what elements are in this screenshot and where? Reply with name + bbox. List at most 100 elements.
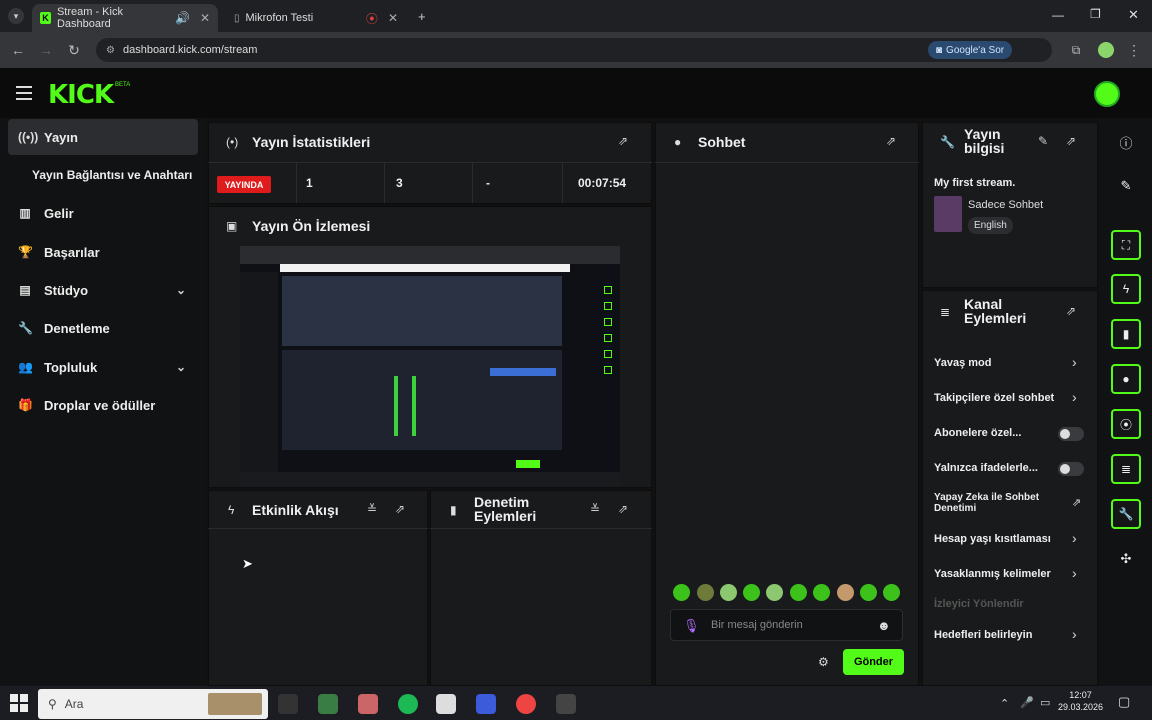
emote-icon[interactable] bbox=[813, 584, 830, 601]
profile-avatar[interactable] bbox=[1098, 42, 1114, 58]
obs-icon[interactable] bbox=[516, 694, 536, 714]
menu-dots-icon[interactable]: ⋮ bbox=[1124, 40, 1144, 60]
emoji-icon[interactable]: ☻ bbox=[877, 618, 891, 633]
emote-icon[interactable] bbox=[883, 584, 900, 601]
chat-settings-gear-icon[interactable]: ⚙ bbox=[818, 655, 829, 669]
emote-icon[interactable] bbox=[697, 584, 714, 601]
tray-mic-icon[interactable]: 🎤 bbox=[1020, 696, 1034, 709]
action-banned-words[interactable]: Yasaklanmış kelimeler bbox=[934, 568, 1084, 580]
emotes-only-toggle[interactable] bbox=[1058, 462, 1084, 476]
external-link-icon[interactable]: ⇗ bbox=[1072, 496, 1081, 509]
chevron-right-icon[interactable]: › bbox=[1072, 389, 1077, 405]
rail-chat-button[interactable]: ● bbox=[1111, 364, 1141, 394]
chat-message-input[interactable]: 🎙 Bir mesaj gönderin ☻ bbox=[670, 609, 903, 641]
reload-icon[interactable]: ↻ bbox=[64, 40, 84, 60]
action-followers-only[interactable]: Takipçilere özel sohbet bbox=[934, 392, 1084, 404]
app-icon[interactable] bbox=[476, 694, 496, 714]
tab-mikrofon-testi[interactable]: ▯ Mikrofon Testi ⦿ ✕ bbox=[226, 4, 406, 32]
emote-icon[interactable] bbox=[673, 584, 690, 601]
action-account-age[interactable]: Hesap yaşı kısıtlaması bbox=[934, 533, 1084, 545]
store-icon[interactable] bbox=[436, 694, 456, 714]
back-icon[interactable]: ← bbox=[8, 40, 28, 60]
popout-icon[interactable]: ⇗ bbox=[1066, 134, 1076, 148]
sidebar-item-droplar[interactable]: 🎁 Droplar ve ödüller bbox=[8, 387, 198, 423]
rail-expand-button[interactable]: ⛶ bbox=[1111, 230, 1141, 260]
studio-icon: ▤ bbox=[19, 283, 31, 297]
category-name[interactable]: Sadece Sohbet bbox=[968, 199, 1043, 211]
sidebar-item-gelir[interactable]: ▥ Gelir bbox=[8, 195, 198, 231]
action-set-goals[interactable]: Hedefleri belirleyin bbox=[934, 629, 1084, 641]
hamburger-menu-icon[interactable] bbox=[16, 86, 32, 100]
preview-obs-scene bbox=[282, 276, 562, 346]
filter-icon[interactable]: ≚ bbox=[367, 502, 377, 516]
rail-document-button[interactable]: ▮ bbox=[1111, 319, 1141, 349]
new-tab-icon[interactable]: + bbox=[418, 9, 426, 24]
sidebar-item-basarilar[interactable]: 🏆 Başarılar bbox=[8, 234, 198, 270]
chevron-right-icon[interactable]: › bbox=[1072, 626, 1077, 642]
popout-icon[interactable]: ⇗ bbox=[618, 502, 628, 516]
tab-search-icon[interactable]: ▾ bbox=[8, 8, 24, 24]
restore-icon[interactable]: ❐ bbox=[1090, 7, 1101, 21]
stream-preview-video[interactable] bbox=[240, 246, 620, 486]
category-thumbnail bbox=[934, 196, 962, 232]
forward-icon[interactable]: → bbox=[36, 40, 56, 60]
taskbar-clock[interactable]: 12:07 29.03.2026 bbox=[1058, 689, 1103, 713]
popout-icon[interactable]: ⇗ bbox=[618, 134, 628, 148]
app-icon[interactable] bbox=[556, 694, 576, 714]
sidebar-item-stream-key[interactable]: Yayın Bağlantısı ve Anahtarı bbox=[22, 157, 212, 193]
send-button[interactable]: Gönder bbox=[843, 649, 904, 675]
preview-audio-meter bbox=[394, 376, 398, 436]
trophy-icon: 🏆 bbox=[18, 245, 33, 259]
minimize-icon[interactable]: — bbox=[1052, 8, 1064, 22]
emote-icon[interactable] bbox=[837, 584, 854, 601]
tab-kick-dashboard[interactable]: K Stream - Kick Dashboard 🔊 ✕ bbox=[32, 4, 218, 32]
edit-pencil-icon[interactable]: ✎ bbox=[1116, 176, 1136, 196]
popout-icon[interactable]: ⇗ bbox=[886, 134, 896, 148]
chrome-icon[interactable] bbox=[358, 694, 378, 714]
emote-icon[interactable] bbox=[720, 584, 737, 601]
google-ask-button[interactable]: ◙ Google'a Sor bbox=[928, 41, 1013, 59]
sidebar-item-studyo[interactable]: ▤ Stüdyo ⌄ bbox=[8, 272, 198, 308]
user-avatar[interactable] bbox=[1094, 81, 1120, 107]
subs-only-toggle[interactable] bbox=[1058, 427, 1084, 441]
tray-network-icon[interactable]: ▭ bbox=[1040, 696, 1050, 709]
rail-lightning-button[interactable]: ϟ bbox=[1111, 274, 1141, 304]
site-info-icon[interactable]: ⚙ bbox=[106, 45, 115, 56]
task-view-icon[interactable] bbox=[278, 694, 298, 714]
sidebar-item-denetleme[interactable]: 🔧 Denetleme bbox=[8, 310, 198, 346]
emote-icon[interactable] bbox=[790, 584, 807, 601]
emote-icon[interactable] bbox=[766, 584, 783, 601]
edit-pencil-icon[interactable]: ✎ bbox=[1038, 134, 1048, 148]
microphone-icon[interactable]: 🎙 bbox=[683, 618, 700, 634]
popout-icon[interactable]: ⇗ bbox=[395, 502, 405, 516]
emote-icon[interactable] bbox=[743, 584, 760, 601]
action-ai-moderation[interactable]: Yapay Zeka ile Sohbet Denetimi bbox=[934, 492, 1054, 514]
app-icon[interactable] bbox=[318, 694, 338, 714]
notification-icon[interactable]: ▢ bbox=[1118, 694, 1130, 710]
chevron-right-icon[interactable]: › bbox=[1072, 354, 1077, 370]
tray-chevron-icon[interactable]: ⌃ bbox=[1000, 697, 1009, 710]
emote-icon[interactable] bbox=[860, 584, 877, 601]
info-icon[interactable]: ⓘ bbox=[1116, 132, 1136, 152]
close-tab-icon[interactable]: ✕ bbox=[388, 11, 398, 25]
chevron-right-icon[interactable]: › bbox=[1072, 565, 1077, 581]
rail-wrench-button[interactable]: 🔧 bbox=[1111, 499, 1141, 529]
chevron-right-icon[interactable]: › bbox=[1072, 530, 1077, 546]
spotify-icon[interactable] bbox=[398, 694, 418, 714]
close-window-icon[interactable]: ✕ bbox=[1128, 7, 1139, 23]
rail-stack-button[interactable]: ≣ bbox=[1111, 454, 1141, 484]
rail-broadcast-button[interactable]: ⦿ bbox=[1111, 409, 1141, 439]
kick-logo[interactable]: KICK bbox=[48, 80, 114, 110]
filter-icon[interactable]: ≚ bbox=[590, 502, 600, 516]
sidebar-item-yayin[interactable]: ((•)) Yayın bbox=[8, 119, 198, 155]
action-slow-mode[interactable]: Yavaş mod bbox=[934, 357, 1084, 369]
extensions-icon[interactable]: ⧉ bbox=[1066, 40, 1086, 60]
close-tab-icon[interactable]: ✕ bbox=[200, 11, 210, 25]
sidebar-item-topluluk[interactable]: 👥 Topluluk ⌄ bbox=[8, 349, 198, 385]
add-widget-icon[interactable]: ✣ bbox=[1116, 549, 1136, 569]
people-icon: 👥 bbox=[18, 360, 33, 374]
popout-icon[interactable]: ⇗ bbox=[1066, 304, 1076, 318]
address-bar[interactable]: ⚙ dashboard.kick.com/stream bbox=[96, 38, 1052, 62]
windows-start-icon[interactable] bbox=[10, 694, 28, 712]
taskbar-search-input[interactable]: ⚲ Ara bbox=[38, 689, 268, 719]
